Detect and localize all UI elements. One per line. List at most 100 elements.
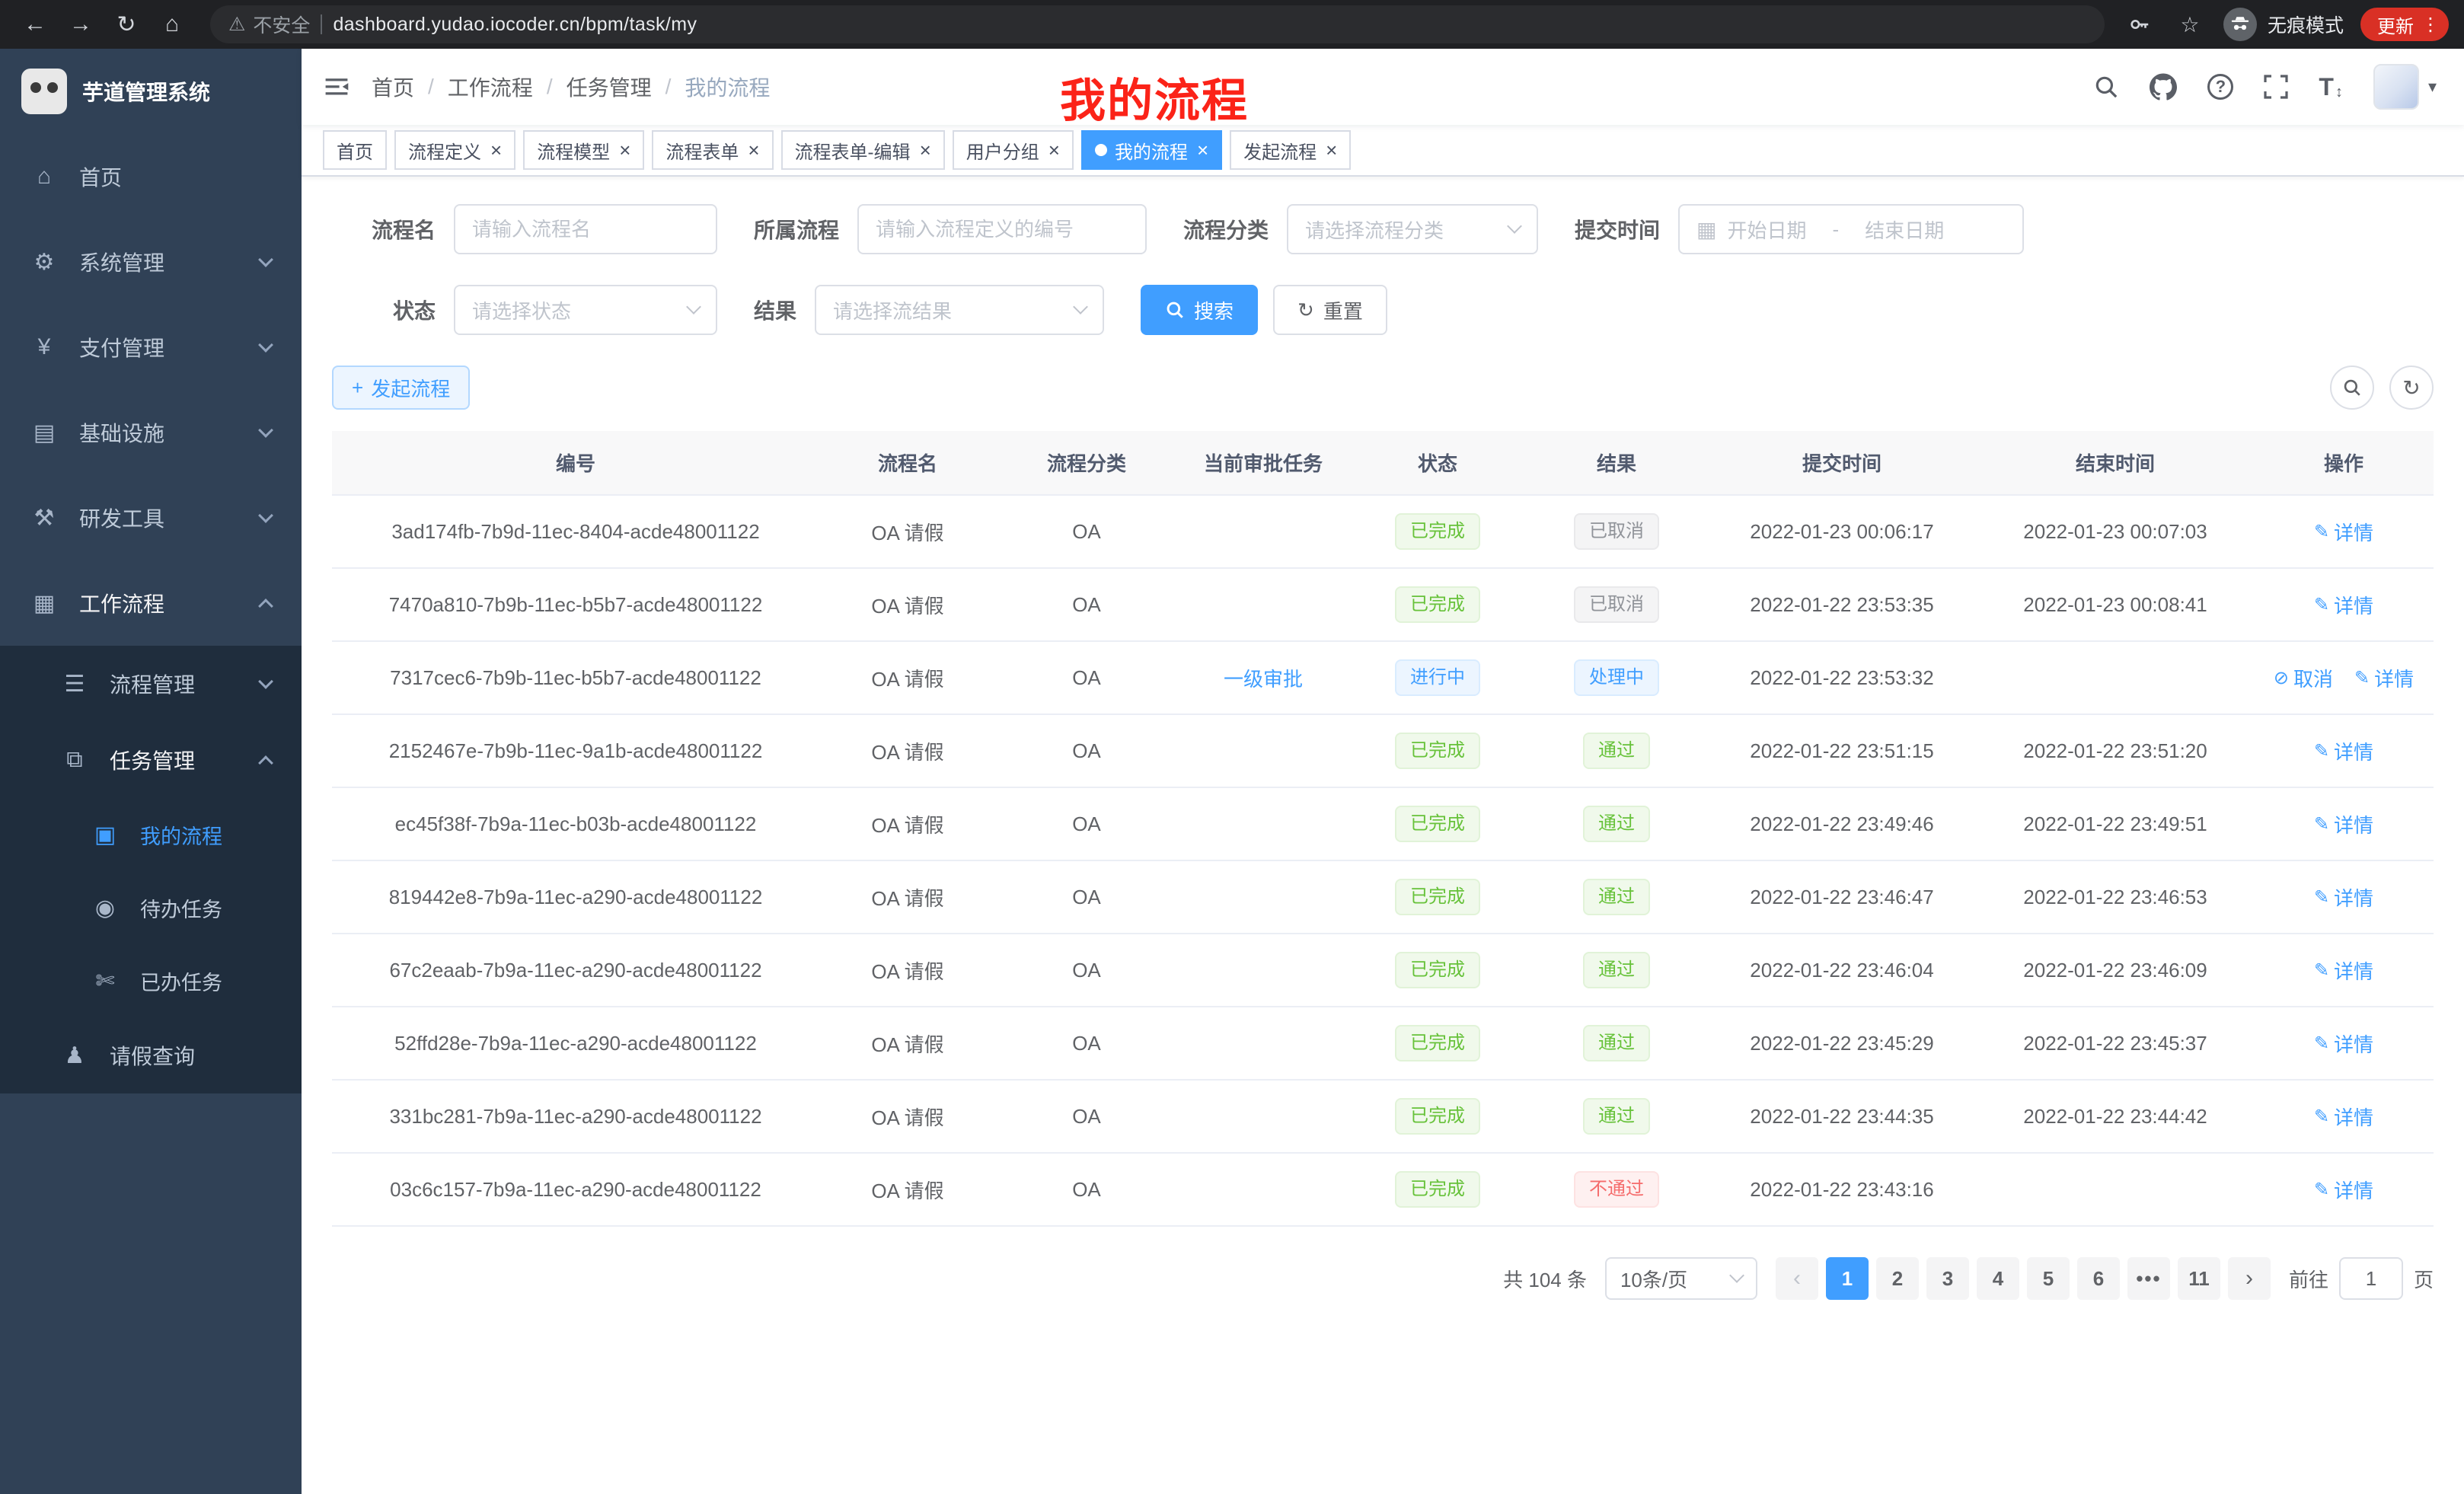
address-bar[interactable]: ⚠ 不安全 dashboard.yudao.iocoder.cn/bpm/tas… — [210, 5, 2105, 43]
github-icon[interactable] — [2150, 73, 2177, 101]
detail-button[interactable]: ✎详情 — [2314, 591, 2373, 619]
tab-我的流程[interactable]: 我的流程× — [1081, 130, 1222, 170]
fullscreen-icon[interactable] — [2264, 75, 2288, 99]
process-table: 编号流程名流程分类当前审批任务状态结果提交时间结束时间操作 3ad174fb-7… — [332, 431, 2434, 1227]
sidebar-item-devtools[interactable]: ⚒ 研发工具 — [0, 475, 302, 560]
app-logo[interactable]: 芋道管理系统 — [0, 49, 302, 134]
status-badge: 已完成 — [1395, 806, 1480, 843]
sidebar-item-label: 任务管理 — [110, 745, 195, 775]
result-badge: 通过 — [1583, 879, 1650, 916]
task-management-icon: ⧉ — [61, 747, 88, 773]
start-process-button[interactable]: + 发起流程 — [332, 366, 470, 410]
process-name-field[interactable] — [472, 218, 699, 241]
tab-流程定义[interactable]: 流程定义× — [394, 130, 515, 170]
pager-page-button[interactable]: 1 — [1826, 1257, 1869, 1300]
tab-首页[interactable]: 首页 — [323, 130, 387, 170]
detail-button[interactable]: ✎详情 — [2314, 1030, 2373, 1058]
tab-close-icon[interactable]: × — [1197, 140, 1208, 160]
tab-流程模型[interactable]: 流程模型× — [523, 130, 644, 170]
tab-用户分组[interactable]: 用户分组× — [953, 130, 1074, 170]
process-id-cell: 2152467e-7b9b-11ec-9a1b-acde48001122 — [332, 714, 819, 787]
sidebar-item-todo-tasks[interactable]: ◉ 待办任务 — [0, 871, 302, 944]
detail-button[interactable]: ✎详情 — [2314, 810, 2373, 838]
tab-close-icon[interactable]: × — [1326, 140, 1337, 160]
refresh-table-button[interactable]: ↻ — [2389, 366, 2434, 410]
pager-more-button[interactable]: ••• — [2127, 1257, 2170, 1300]
search-button[interactable]: 搜索 — [1141, 285, 1258, 335]
page-size-select[interactable]: 10条/页 — [1605, 1257, 1757, 1300]
browser-forward-icon[interactable]: → — [61, 5, 101, 44]
detail-button[interactable]: ✎详情 — [2314, 518, 2373, 546]
pager-page-button[interactable]: 11 — [2178, 1257, 2220, 1300]
pager-page-button[interactable]: 6 — [2077, 1257, 2120, 1300]
process-def-field[interactable] — [876, 218, 1128, 241]
tab-close-icon[interactable]: × — [490, 140, 502, 160]
toggle-search-button[interactable] — [2330, 366, 2374, 410]
help-icon[interactable]: ? — [2207, 74, 2233, 100]
breadcrumb-item[interactable]: 首页 — [372, 72, 414, 102]
search-icon[interactable] — [2093, 74, 2119, 100]
process-name-cell: OA 请假 — [819, 495, 996, 568]
detail-button[interactable]: ✎详情 — [2354, 664, 2414, 692]
kebab-menu-icon[interactable]: ⋮ — [2421, 14, 2440, 36]
user-menu[interactable]: ▾ — [2373, 64, 2437, 110]
pager-page-button[interactable]: 5 — [2027, 1257, 2070, 1300]
category-select[interactable]: 请选择流程分类 — [1287, 204, 1538, 254]
chevron-down-icon — [1073, 299, 1088, 314]
detail-button[interactable]: ✎详情 — [2314, 883, 2373, 911]
password-key-icon[interactable] — [2123, 8, 2156, 41]
category-label: 流程分类 — [1183, 214, 1269, 244]
submit-time-range-picker[interactable]: ▦ 开始日期 - 结束日期 — [1678, 204, 2024, 254]
tab-流程表单-编辑[interactable]: 流程表单-编辑× — [781, 130, 945, 170]
process-name-input[interactable] — [454, 204, 717, 254]
status-badge: 已完成 — [1395, 586, 1480, 624]
result-select[interactable]: 请选择流结果 — [815, 285, 1104, 335]
sidebar-item-process-management[interactable]: ☰ 流程管理 — [0, 646, 302, 722]
tab-流程表单[interactable]: 流程表单× — [652, 130, 773, 170]
url-text[interactable]: dashboard.yudao.iocoder.cn/bpm/task/my — [333, 14, 697, 36]
tab-发起流程[interactable]: 发起流程× — [1230, 130, 1351, 170]
browser-back-icon[interactable]: ← — [15, 5, 55, 44]
reset-button[interactable]: ↻ 重置 — [1273, 285, 1387, 335]
hamburger-icon[interactable] — [302, 49, 372, 125]
sidebar-item-my-process[interactable]: ▣ 我的流程 — [0, 798, 302, 871]
filter-row: 状态 请选择状态 结果 请选择流结果 — [332, 285, 2434, 335]
detail-button[interactable]: ✎详情 — [2314, 956, 2373, 985]
pager-page-button[interactable]: 4 — [1977, 1257, 2019, 1300]
current-task-link[interactable]: 一级审批 — [1224, 664, 1303, 692]
tab-close-icon[interactable]: × — [619, 140, 630, 160]
sidebar-item-payment-management[interactable]: ¥ 支付管理 — [0, 305, 302, 390]
tab-close-icon[interactable]: × — [1048, 140, 1060, 160]
sidebar-item-workflow[interactable]: ▦ 工作流程 — [0, 560, 302, 646]
sidebar-item-done-tasks[interactable]: ✄ 已办任务 — [0, 944, 302, 1017]
process-def-input[interactable] — [857, 204, 1147, 254]
tab-close-icon[interactable]: × — [748, 140, 759, 160]
status-select[interactable]: 请选择状态 — [454, 285, 717, 335]
my-process-icon: ▣ — [91, 822, 119, 848]
cancel-button[interactable]: ⊘取消 — [2274, 664, 2333, 692]
pager-next-button[interactable]: › — [2228, 1257, 2271, 1300]
breadcrumb-item[interactable]: 任务管理 — [567, 72, 652, 102]
pager-page-button[interactable]: 2 — [1876, 1257, 1919, 1300]
pager-prev-button[interactable]: ‹ — [1776, 1257, 1818, 1300]
font-size-icon[interactable]: T↕ — [2319, 73, 2343, 101]
actions-cell: ✎详情 — [2254, 1080, 2434, 1153]
sidebar-item-task-management[interactable]: ⧉ 任务管理 — [0, 722, 302, 798]
bookmark-star-icon[interactable]: ☆ — [2173, 8, 2207, 41]
chrome-update-button[interactable]: 更新 ⋮ — [2360, 8, 2449, 41]
sidebar-item-leave-query[interactable]: ♟ 请假查询 — [0, 1017, 302, 1093]
detail-button[interactable]: ✎详情 — [2314, 737, 2373, 765]
browser-refresh-icon[interactable]: ↻ — [107, 5, 146, 44]
sidebar-item-system-management[interactable]: ⚙ 系统管理 — [0, 219, 302, 305]
detail-button[interactable]: ✎详情 — [2314, 1103, 2373, 1131]
sidebar-item-infrastructure[interactable]: ▤ 基础设施 — [0, 390, 302, 475]
breadcrumb-item[interactable]: 工作流程 — [448, 72, 533, 102]
avatar[interactable] — [2373, 64, 2419, 110]
pager-page-button[interactable]: 3 — [1926, 1257, 1969, 1300]
tab-close-icon[interactable]: × — [920, 140, 931, 160]
sidebar-item-home[interactable]: ⌂ 首页 — [0, 134, 302, 219]
detail-button[interactable]: ✎详情 — [2314, 1176, 2373, 1204]
browser-home-icon[interactable]: ⌂ — [152, 5, 192, 44]
gear-icon: ⚙ — [30, 249, 58, 276]
goto-page-input[interactable] — [2339, 1257, 2403, 1300]
